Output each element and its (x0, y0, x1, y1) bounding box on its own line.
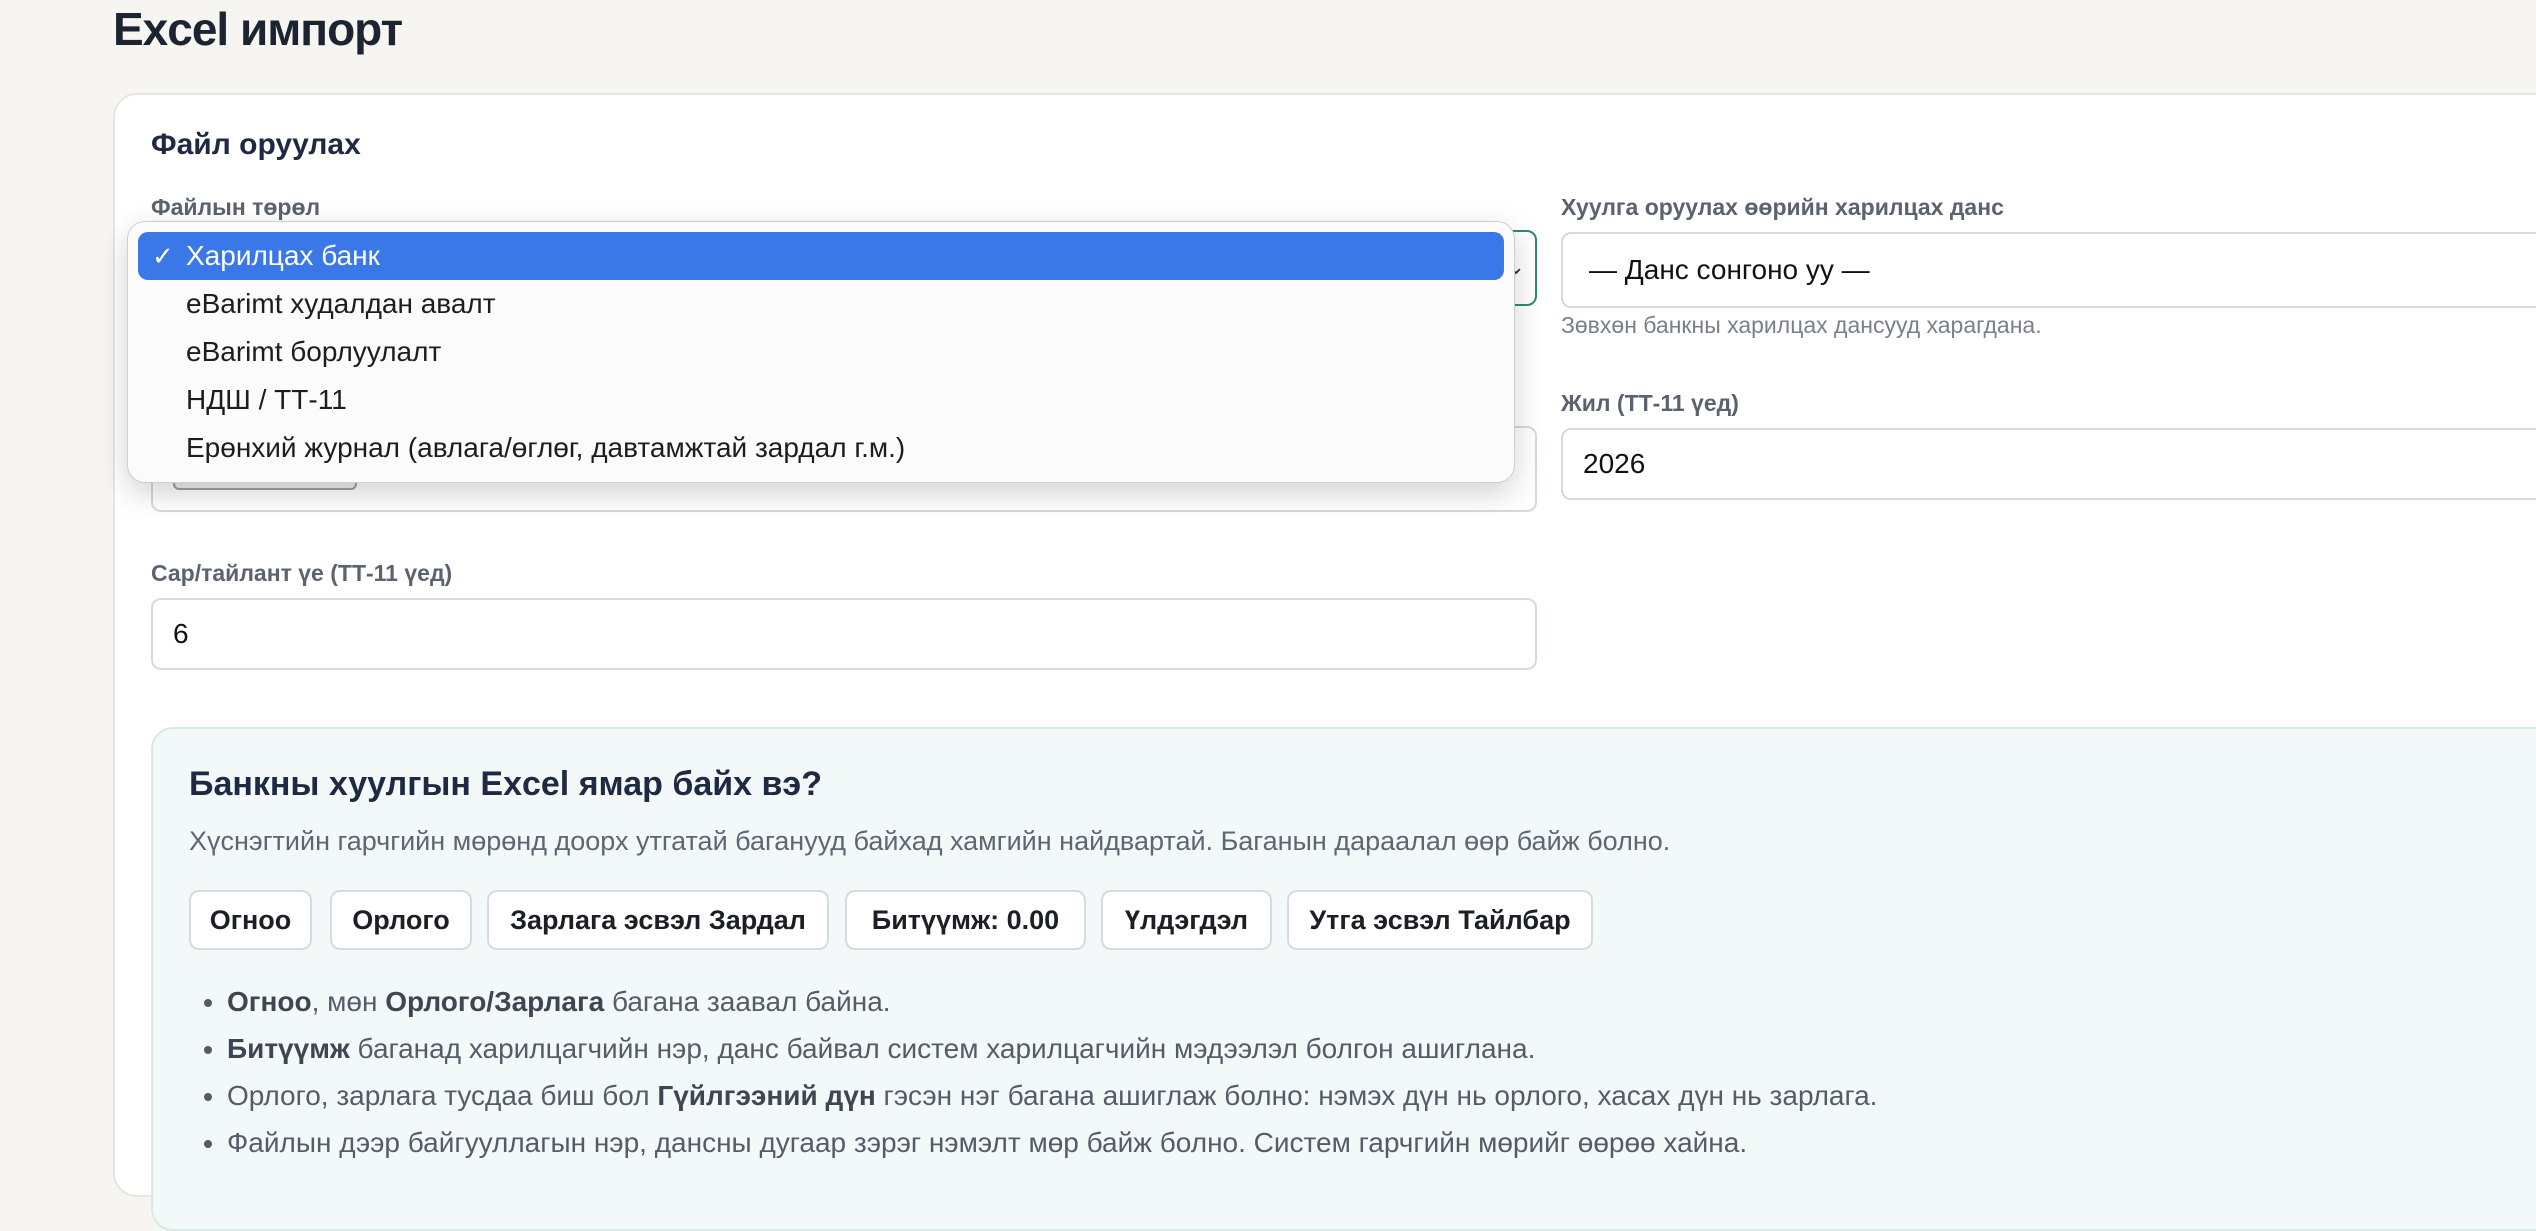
section-title: Файл оруулах (151, 128, 361, 161)
period-input[interactable]: 6 (151, 598, 1537, 670)
info-bullet-list: Огноо, мөн Орлого/Зарлага багана заавал … (189, 978, 2527, 1166)
year-input-value: 2026 (1583, 448, 1646, 479)
page-title: Excel импорт (113, 3, 403, 55)
dropdown-option-bank[interactable]: ✓ Харилцах банк (138, 232, 1504, 280)
column-tag-date: Огноо (189, 890, 312, 950)
list-item: Орлого, зарлага тусдаа биш бол Гүйлгээни… (227, 1072, 2527, 1119)
dropdown-option-label: Харилцах банк (186, 240, 380, 271)
year-input[interactable]: 2026 (1561, 428, 2536, 500)
period-input-value: 6 (173, 618, 189, 649)
column-tag-description: Утга эсвэл Тайлбар (1287, 890, 1593, 950)
column-tag-balance: Үлдэгдэл (1101, 890, 1272, 950)
file-type-dropdown: ✓ Харилцах банк eBarimt худалдан авалт e… (127, 221, 1515, 483)
account-select-value: — Данс сонгоно уу — (1589, 254, 1870, 285)
list-item: Файлын дээр байгууллагын нэр, дансны дуг… (227, 1119, 2527, 1166)
column-tag-seal: Битүүмж: 0.00 (845, 890, 1086, 950)
dropdown-option-label: Ерөнхий журнал (авлага/өглөг, давтамжтай… (186, 432, 906, 463)
dropdown-option-label: eBarimt худалдан авалт (186, 288, 496, 319)
dropdown-option-general-journal[interactable]: Ерөнхий журнал (авлага/өглөг, давтамжтай… (138, 424, 1504, 472)
period-label: Сар/тайлант үе (ТТ-11 үед) (151, 560, 453, 586)
list-item: Битүүмж баганад харилцагчийн нэр, данс б… (227, 1025, 2527, 1072)
column-tag-expense: Зарлага эсвэл Зардал (487, 890, 829, 950)
account-label: Хуулга оруулах өөрийн харилцах данс (1561, 194, 2004, 220)
account-select[interactable]: — Данс сонгоно уу — (1561, 232, 2536, 308)
dropdown-option-ebarimt-purchase[interactable]: eBarimt худалдан авалт (138, 280, 1504, 328)
info-title: Банкны хуулгын Excel ямар байх вэ? (189, 765, 822, 803)
file-type-label: Файлын төрөл (151, 194, 321, 220)
checkmark-icon: ✓ (152, 240, 174, 271)
account-hint: Зөвхөн банкны харилцах дансууд харагдана… (1561, 312, 2042, 338)
dropdown-option-label: eBarimt борлуулалт (186, 336, 442, 367)
column-tag-income: Орлого (330, 890, 472, 950)
list-item: Огноо, мөн Орлого/Зарлага багана заавал … (227, 978, 2527, 1025)
info-description: Хүснэгтийн гарчгийн мөрөнд доорх утгатай… (189, 826, 1671, 856)
dropdown-option-ndsh[interactable]: НДШ / ТТ-11 (138, 376, 1504, 424)
year-label: Жил (ТТ-11 үед) (1561, 390, 1739, 416)
dropdown-option-ebarimt-sales[interactable]: eBarimt борлуулалт (138, 328, 1504, 376)
dropdown-option-label: НДШ / ТТ-11 (186, 384, 347, 415)
